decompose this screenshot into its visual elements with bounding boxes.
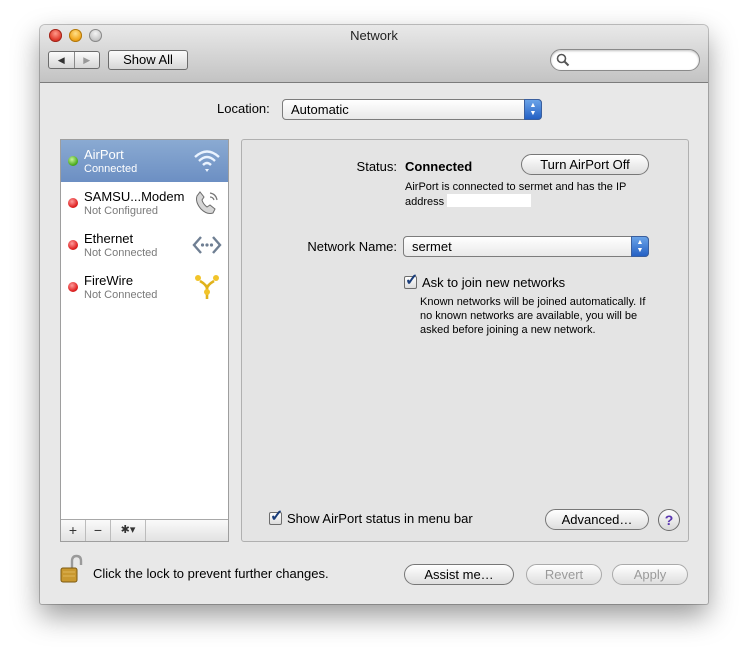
service-status: Connected xyxy=(84,163,138,175)
forward-arrow-icon[interactable]: ▶ xyxy=(75,52,100,68)
search-field[interactable] xyxy=(550,49,700,71)
ethernet-icon xyxy=(192,236,222,254)
service-status: Not Configured xyxy=(84,205,158,217)
turn-airport-off-button[interactable]: Turn AirPort Off xyxy=(521,154,649,175)
service-item-firewire[interactable]: FireWire Not Connected xyxy=(61,266,228,308)
show-all-button[interactable]: Show All xyxy=(108,50,188,70)
back-forward-control: ◀ ▶ xyxy=(48,51,100,69)
checkmark-icon: ✓ xyxy=(270,508,284,525)
status-indicator-red-icon xyxy=(68,240,78,250)
service-status: Not Connected xyxy=(84,247,158,259)
location-value: Automatic xyxy=(291,102,349,117)
service-item-samsung-modem[interactable]: SAMSU...Modem Not Configured xyxy=(61,182,228,224)
status-indicator-green-icon xyxy=(68,156,78,166)
advanced-button[interactable]: Advanced… xyxy=(545,509,649,530)
title-bar: Network ◀ ▶ Show All xyxy=(40,25,708,83)
firewire-icon xyxy=(195,275,219,299)
ask-to-join-label: Ask to join new networks xyxy=(422,275,566,290)
service-list: AirPort Connected SAMSU...Modem Not Conf… xyxy=(60,139,229,542)
network-name-popup[interactable]: sermet ▲ ▼ xyxy=(403,236,649,257)
service-detail-pane: Status: Connected Turn AirPort Off AirPo… xyxy=(241,139,689,542)
lock-message: Click the lock to prevent further change… xyxy=(93,566,329,581)
location-popup[interactable]: Automatic ▲ ▼ xyxy=(282,99,542,120)
remove-service-button[interactable]: − xyxy=(86,520,111,541)
revert-button[interactable]: Revert xyxy=(526,564,602,585)
service-name: AirPort xyxy=(84,147,124,162)
status-indicator-red-icon xyxy=(68,282,78,292)
wifi-icon xyxy=(194,150,220,172)
service-item-airport[interactable]: AirPort Connected xyxy=(61,140,228,182)
popup-arrows-icon: ▲ ▼ xyxy=(524,99,542,120)
ask-to-join-checkbox[interactable]: ✓ xyxy=(404,272,418,289)
search-icon xyxy=(556,53,570,67)
status-indicator-red-icon xyxy=(68,198,78,208)
add-service-button[interactable]: + xyxy=(61,520,86,541)
window-title: Network xyxy=(350,28,398,43)
show-status-menu-bar-checkbox[interactable]: ✓ xyxy=(269,508,283,525)
status-value: Connected xyxy=(405,159,473,174)
checkmark-icon: ✓ xyxy=(405,272,419,289)
popup-arrows-icon: ▲ ▼ xyxy=(631,236,649,257)
service-name: Ethernet xyxy=(84,231,134,246)
show-status-menu-bar-label: Show AirPort status in menu bar xyxy=(287,511,473,526)
service-item-ethernet[interactable]: Ethernet Not Connected xyxy=(61,224,228,266)
assist-me-button[interactable]: Assist me… xyxy=(404,564,514,585)
back-arrow-icon[interactable]: ◀ xyxy=(49,52,75,68)
location-label: Location: xyxy=(217,101,270,116)
service-list-toolbar: + − ✱▾ xyxy=(61,519,228,541)
status-description: AirPort is connected to sermet and has t… xyxy=(405,181,627,208)
phone-icon xyxy=(196,191,218,214)
help-button[interactable]: ? xyxy=(658,509,680,531)
network-name-value: sermet xyxy=(412,239,452,254)
action-menu-button[interactable]: ✱▾ xyxy=(111,520,146,541)
ip-address-redacted xyxy=(447,194,532,207)
service-name: FireWire xyxy=(84,273,134,288)
search-input[interactable] xyxy=(573,52,695,70)
ask-to-join-description: Known networks will be joined automatica… xyxy=(420,296,646,336)
service-status: Not Connected xyxy=(84,289,158,301)
network-name-label: Network Name: xyxy=(307,239,397,254)
apply-button[interactable]: Apply xyxy=(612,564,688,585)
service-name: SAMSU...Modem xyxy=(84,189,185,204)
status-label: Status: xyxy=(356,159,397,174)
lock-icon[interactable] xyxy=(60,554,84,584)
network-preferences-window: Network ◀ ▶ Show All Location: Automatic… xyxy=(40,25,708,604)
